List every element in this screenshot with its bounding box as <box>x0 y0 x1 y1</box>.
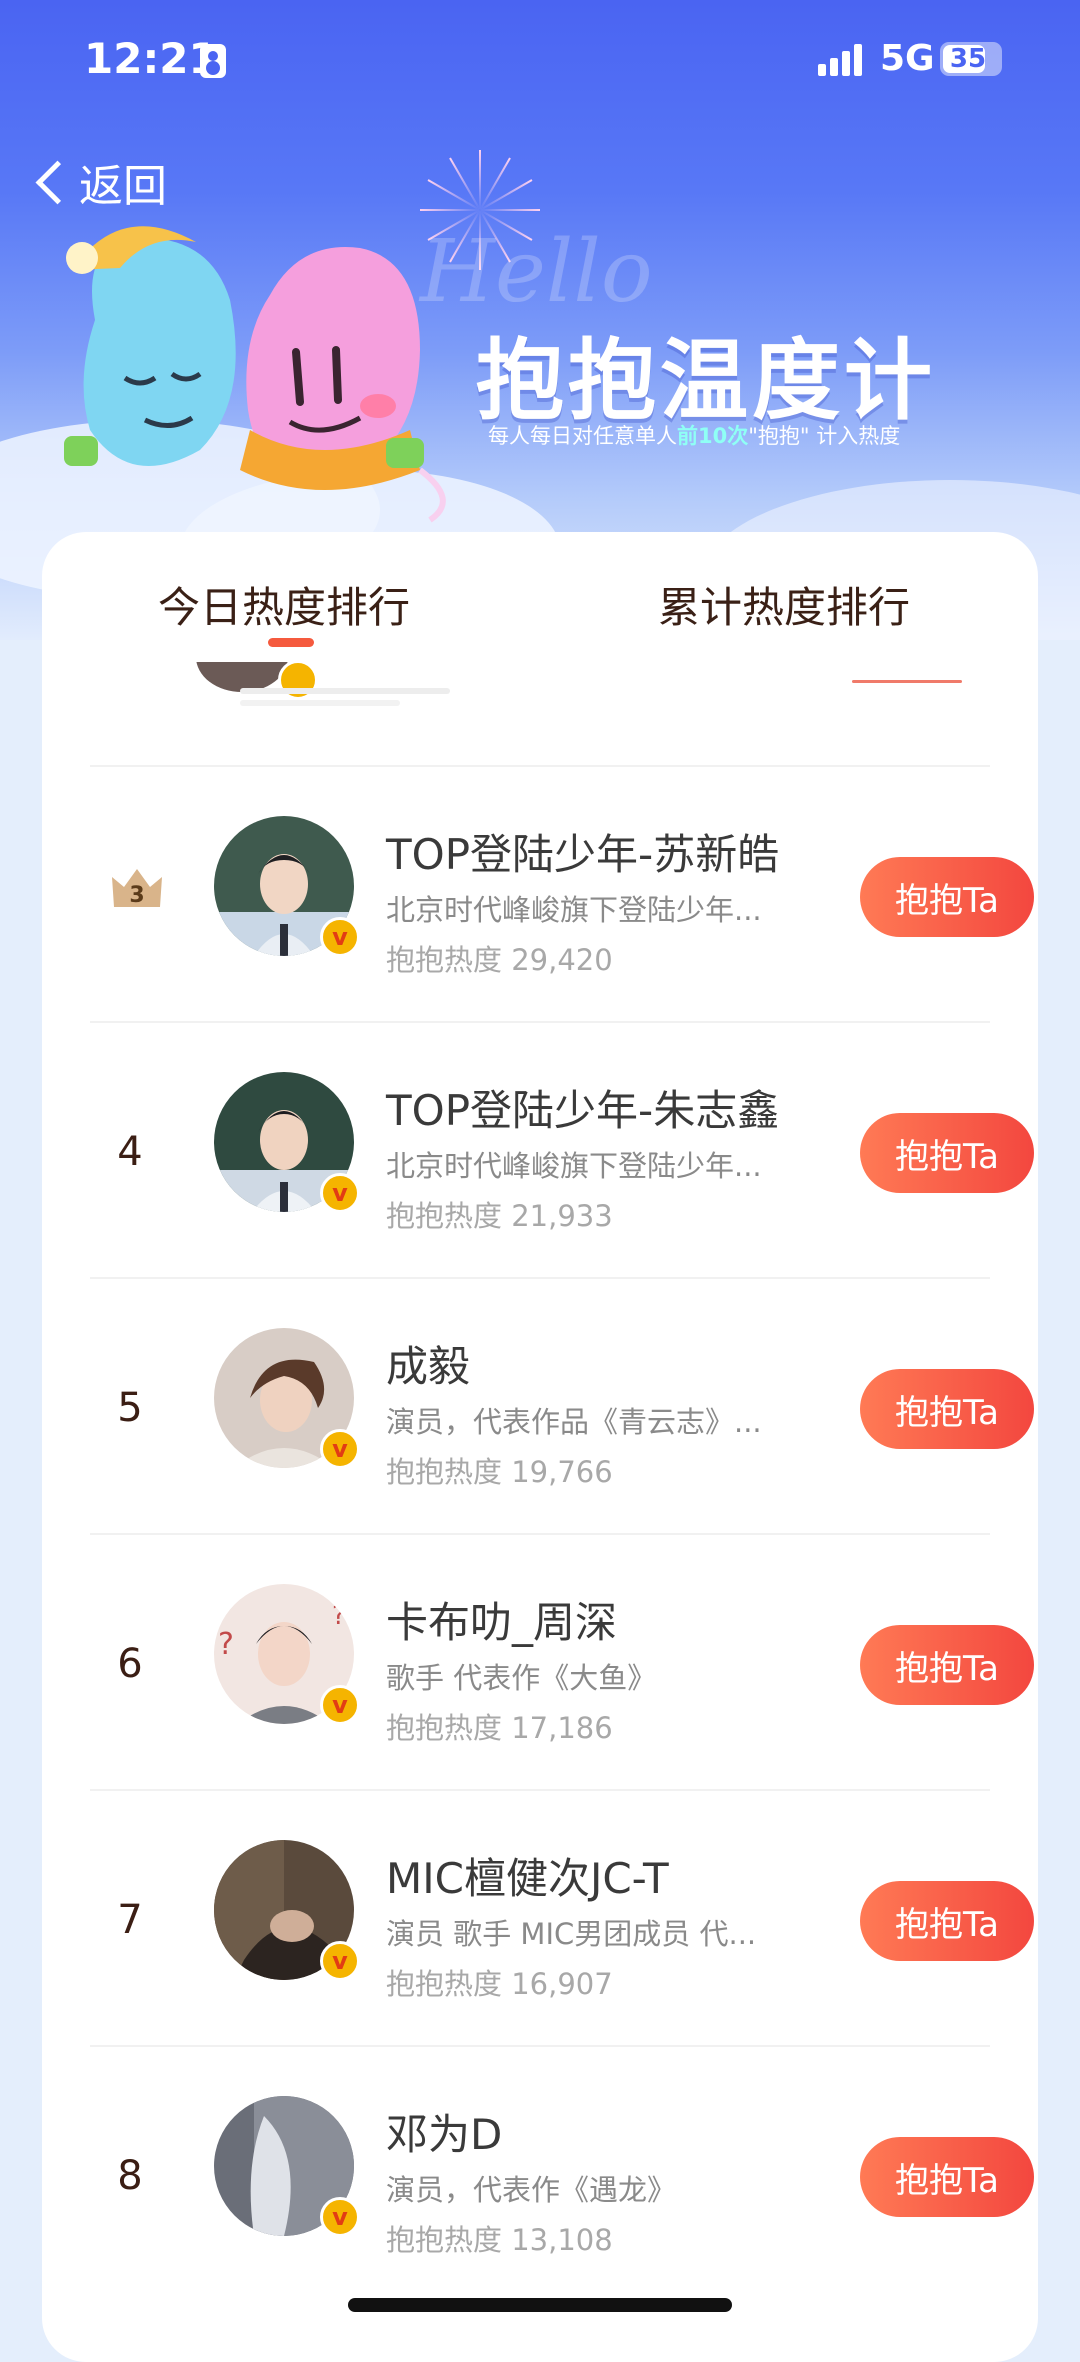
rank-number: 5 <box>117 1385 143 1431</box>
subtitle-highlight: 前10次 <box>677 424 749 448</box>
user-name[interactable]: TOP登陆少年-苏新皓 <box>386 821 779 882</box>
hello-script-text: Hello <box>420 222 653 322</box>
heat-value: 抱抱热度 19,766 <box>386 1455 613 1489</box>
rank-number: 4 <box>117 1129 143 1175</box>
user-description: 歌手 代表作《大鱼》 <box>386 1661 657 1695</box>
ranking-card: 今日热度排行 累计热度排行 3 v TOP登陆少年-苏新皓 北京时代峰峻旗下登陆… <box>42 532 1038 2362</box>
svg-text:?: ? <box>332 1601 346 1631</box>
rank-number: 3 <box>129 883 145 908</box>
crown-icon: 3 <box>108 863 166 911</box>
ranking-row: 7 v MIC檀健次JC-T 演员 歌手 MIC男团成员 代... 抱抱热度 1… <box>90 1789 1034 2045</box>
user-name[interactable]: MIC檀健次JC-T <box>386 1845 669 1906</box>
verified-badge-icon: v <box>320 1173 360 1213</box>
user-name[interactable]: 邓为D <box>386 2101 502 2162</box>
ranking-row: 3 v TOP登陆少年-苏新皓 北京时代峰峻旗下登陆少年... 抱抱热度 29,… <box>90 765 1034 1021</box>
hug-button[interactable]: 抱抱Ta <box>860 1625 1034 1705</box>
user-description: 演员，代表作品《青云志》... <box>386 1405 762 1439</box>
heat-value: 抱抱热度 17,186 <box>386 1711 613 1745</box>
hug-button[interactable]: 抱抱Ta <box>860 2137 1034 2217</box>
verified-badge-icon: v <box>320 2197 360 2237</box>
verified-badge-icon: v <box>320 1685 360 1725</box>
ranking-tabs: 今日热度排行 累计热度排行 <box>42 532 1038 662</box>
svg-text:?: ? <box>218 1627 234 1662</box>
hug-button[interactable]: 抱抱Ta <box>860 1369 1034 1449</box>
heat-value: 抱抱热度 16,907 <box>386 1967 613 2001</box>
user-name[interactable]: 成毅 <box>386 1333 470 1394</box>
tab-total-ranking[interactable]: 累计热度排行 <box>658 574 910 635</box>
hug-button[interactable]: 抱抱Ta <box>860 1881 1034 1961</box>
subtitle-post: "抱抱" 计入热度 <box>748 424 901 448</box>
subtitle-pre: 每人每日对任意单人 <box>488 424 677 448</box>
user-description: 演员 歌手 MIC男团成员 代... <box>386 1917 757 1951</box>
user-name[interactable]: TOP登陆少年-朱志鑫 <box>386 1077 779 1138</box>
user-description: 北京时代峰峻旗下登陆少年... <box>386 893 762 927</box>
heat-value: 抱抱热度 29,420 <box>386 943 613 977</box>
hug-button[interactable]: 抱抱Ta <box>860 1113 1034 1193</box>
verified-badge-icon: v <box>320 1941 360 1981</box>
page-title: 抱抱温度计 <box>476 329 937 432</box>
ranking-row: 6 ?? v 卡布叻_周深 歌手 代表作《大鱼》 抱抱热度 17,186 抱抱T… <box>90 1533 1034 1789</box>
home-indicator[interactable] <box>348 2298 732 2312</box>
page-subtitle: 每人每日对任意单人前10次"抱抱" 计入热度 <box>488 420 900 450</box>
active-tab-indicator <box>268 638 314 647</box>
ranking-row: 5 v 成毅 演员，代表作品《青云志》... 抱抱热度 19,766 抱抱Ta <box>90 1277 1034 1533</box>
tab-today-ranking[interactable]: 今日热度排行 <box>158 574 410 635</box>
scrolled-row-fragment <box>42 662 1038 762</box>
heat-value: 抱抱热度 21,933 <box>386 1199 613 1233</box>
rank-number: 8 <box>117 2153 143 2199</box>
heat-value: 抱抱热度 13,108 <box>386 2223 613 2257</box>
user-name[interactable]: 卡布叻_周深 <box>386 1589 617 1650</box>
rank-number: 7 <box>117 1897 143 1943</box>
ranking-row: 4 v TOP登陆少年-朱志鑫 北京时代峰峻旗下登陆少年... 抱抱热度 21,… <box>90 1021 1034 1277</box>
hug-button[interactable]: 抱抱Ta <box>860 857 1034 937</box>
verified-badge-icon: v <box>320 917 360 957</box>
verified-badge-icon: v <box>320 1429 360 1469</box>
ranking-row: 8 v 邓为D 演员，代表作《遇龙》 抱抱热度 13,108 抱抱Ta <box>90 2045 1034 2301</box>
user-description: 北京时代峰峻旗下登陆少年... <box>386 1149 762 1183</box>
rank-number: 6 <box>117 1641 143 1687</box>
user-description: 演员，代表作《遇龙》 <box>386 2173 677 2207</box>
ranking-list: 3 v TOP登陆少年-苏新皓 北京时代峰峻旗下登陆少年... 抱抱热度 29,… <box>42 765 1038 2301</box>
